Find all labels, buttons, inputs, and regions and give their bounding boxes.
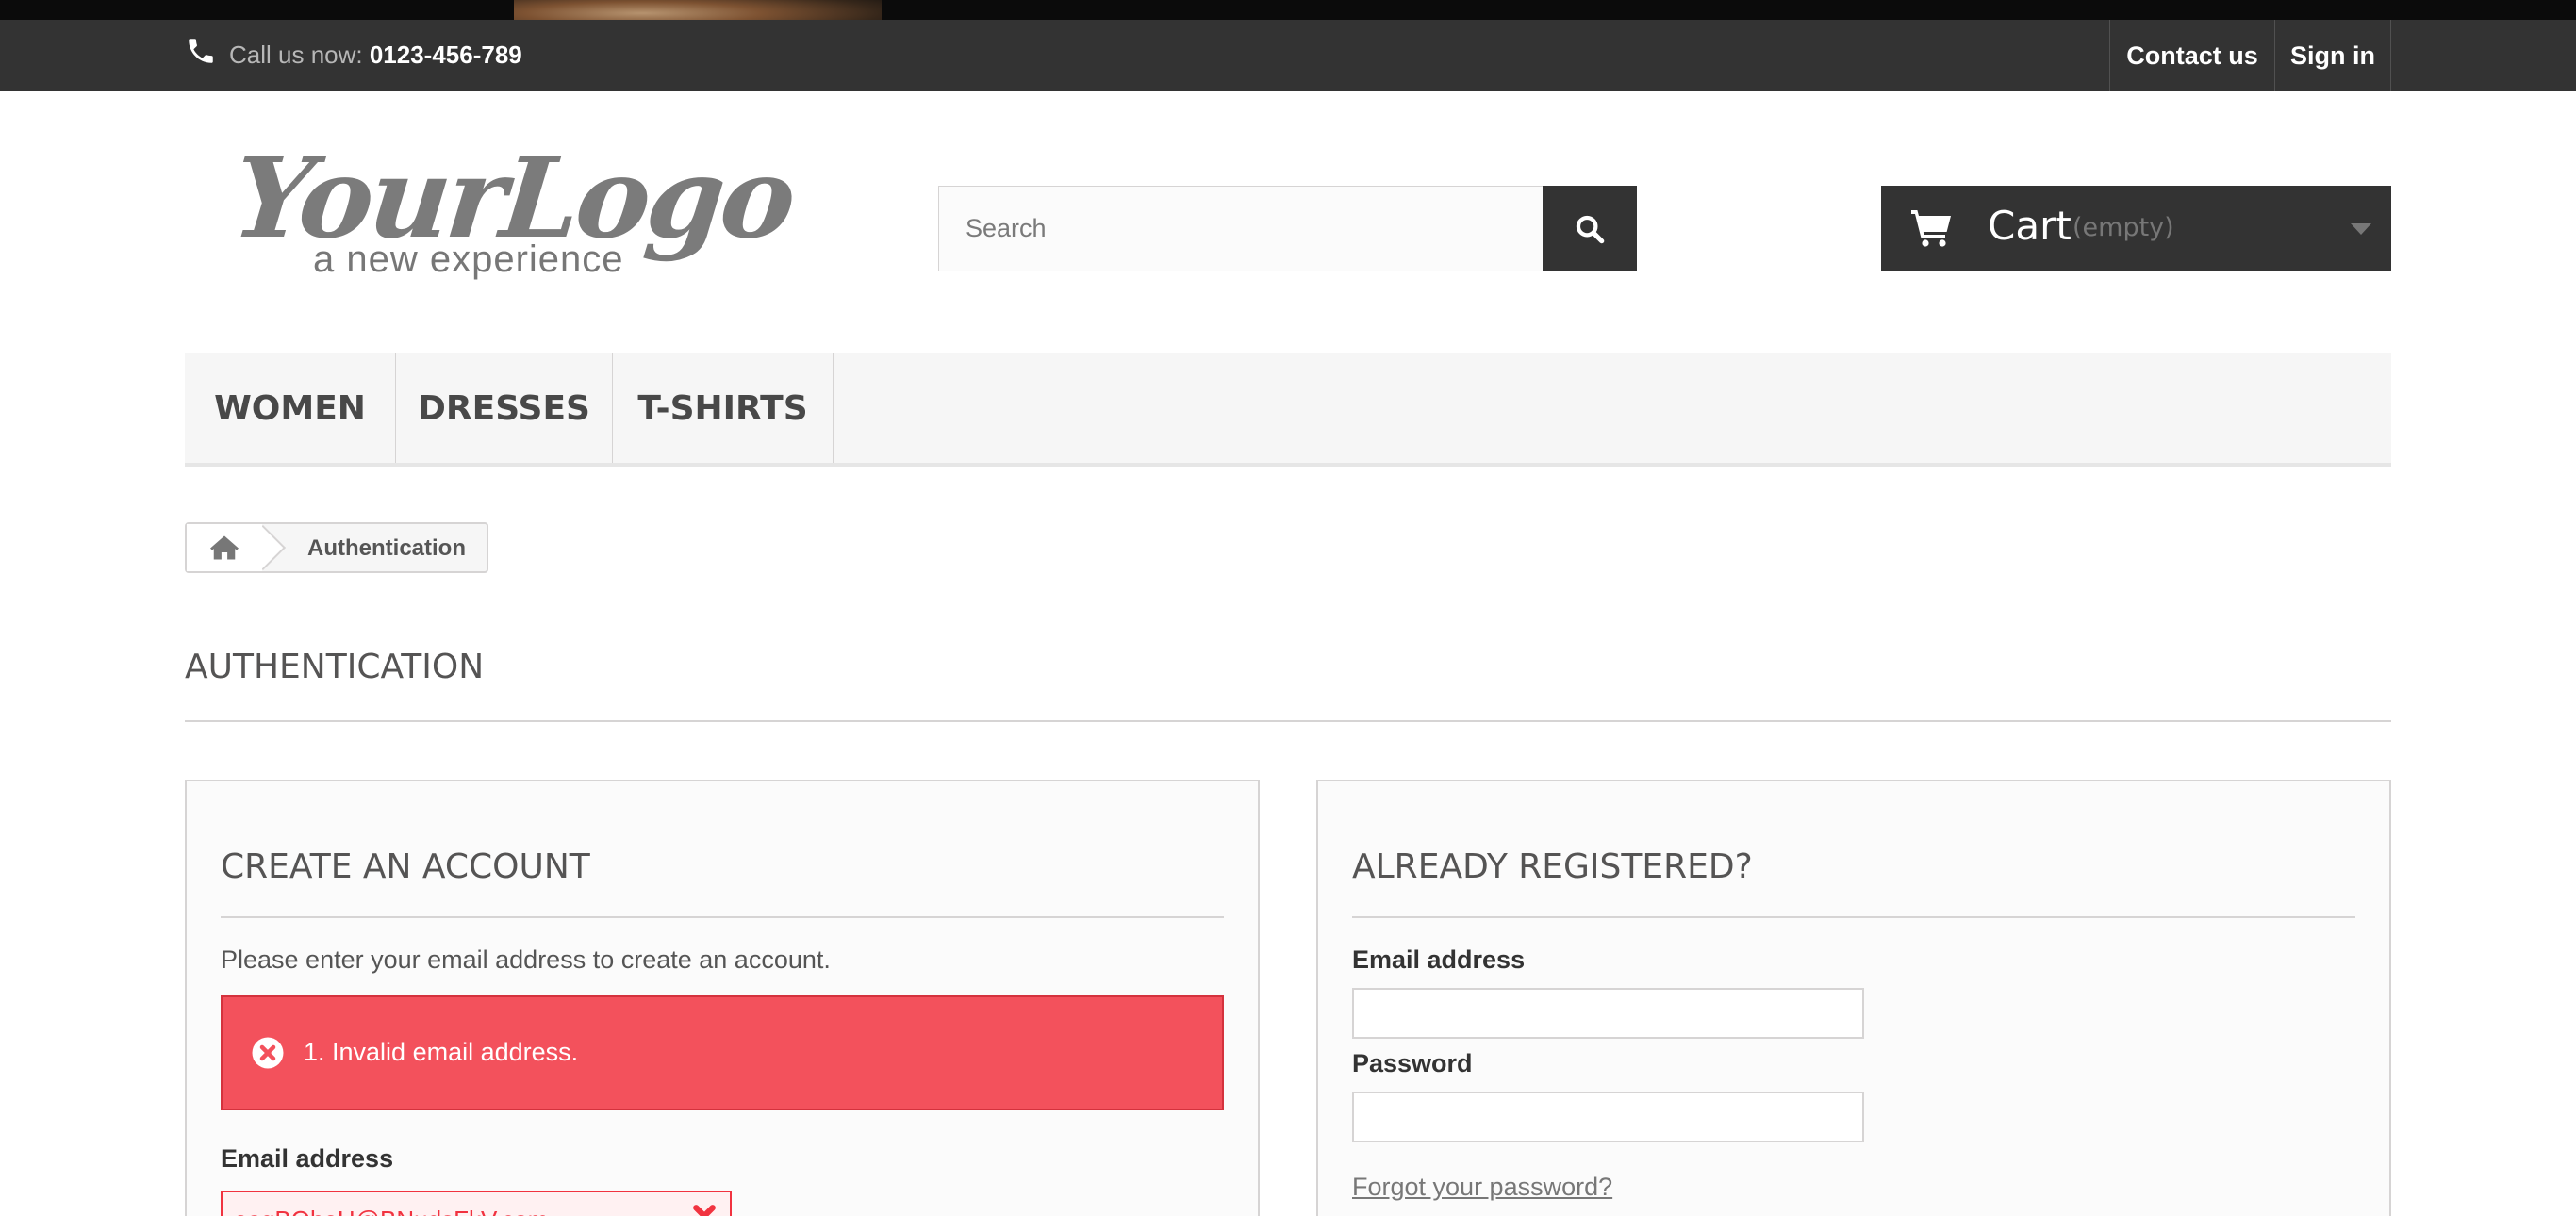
login-password-label: Password bbox=[1352, 1049, 1473, 1077]
cart-icon bbox=[1911, 210, 1951, 247]
logo-tagline: a new experience bbox=[313, 238, 624, 280]
breadcrumb-home[interactable] bbox=[187, 524, 262, 571]
search-button[interactable] bbox=[1543, 186, 1637, 271]
home-icon bbox=[210, 535, 239, 560]
store-logo[interactable]: YourLogo a new experience bbox=[226, 132, 799, 297]
login-email-label: Email address bbox=[1352, 945, 1526, 974]
top-nav-bar: Call us now: 0123-456-789 Contact us Sig… bbox=[0, 20, 2576, 91]
error-message: 1. Invalid email address. bbox=[304, 1038, 579, 1066]
create-account-description: Please enter your email address to creat… bbox=[221, 945, 831, 974]
search-icon bbox=[1576, 215, 1605, 243]
search-box bbox=[938, 186, 1544, 271]
login-divider bbox=[1352, 916, 2355, 918]
login-form: ALREADY REGISTERED? Email address Passwo… bbox=[1316, 780, 2391, 1216]
call-us-text: Call us now: 0123-456-789 bbox=[229, 41, 522, 70]
invalid-field-icon bbox=[693, 1205, 716, 1216]
cart-label: Cart bbox=[1988, 203, 2072, 249]
call-label: Call us now: bbox=[229, 41, 370, 69]
search-input[interactable] bbox=[939, 187, 1543, 271]
forgot-password-link[interactable]: Forgot your password? bbox=[1352, 1173, 1612, 1202]
top-banner[interactable] bbox=[0, 0, 2576, 20]
title-divider bbox=[185, 720, 2391, 722]
banner-image bbox=[514, 0, 882, 20]
sign-in-link[interactable]: Sign in bbox=[2274, 20, 2391, 91]
login-password-input[interactable] bbox=[1352, 1092, 1864, 1142]
create-account-divider bbox=[221, 916, 1224, 918]
phone-number: 0123-456-789 bbox=[369, 41, 522, 69]
create-account-form: CREATE AN ACCOUNT Please enter your emai… bbox=[185, 780, 1260, 1216]
page-title: AUTHENTICATION bbox=[185, 648, 485, 686]
create-email-label: Email address bbox=[221, 1144, 394, 1173]
create-email-input[interactable]: eagBQbeH@BNudsFkV.com bbox=[221, 1191, 732, 1216]
contact-us-link[interactable]: Contact us bbox=[2109, 20, 2274, 91]
error-icon bbox=[252, 1037, 284, 1069]
create-account-title: CREATE AN ACCOUNT bbox=[221, 847, 590, 886]
menu-item-women[interactable]: WOMEN bbox=[185, 353, 396, 463]
cart-button[interactable]: Cart (empty) bbox=[1881, 186, 2391, 271]
menu-item-tshirts[interactable]: T-SHIRTS bbox=[613, 353, 834, 463]
main-menu: WOMEN DRESSES T-SHIRTS bbox=[185, 353, 2391, 467]
breadcrumb: Authentication bbox=[185, 522, 488, 573]
login-title: ALREADY REGISTERED? bbox=[1352, 847, 1753, 886]
menu-item-dresses[interactable]: DRESSES bbox=[396, 353, 613, 463]
chevron-down-icon bbox=[2351, 223, 2371, 235]
cart-status: (empty) bbox=[2072, 213, 2174, 242]
login-email-input[interactable] bbox=[1352, 988, 1864, 1039]
breadcrumb-current: Authentication bbox=[307, 535, 466, 561]
error-alert: 1. Invalid email address. bbox=[221, 995, 1224, 1110]
phone-icon bbox=[189, 39, 213, 63]
create-email-value: eagBQbeH@BNudsFkV.com bbox=[234, 1206, 548, 1216]
